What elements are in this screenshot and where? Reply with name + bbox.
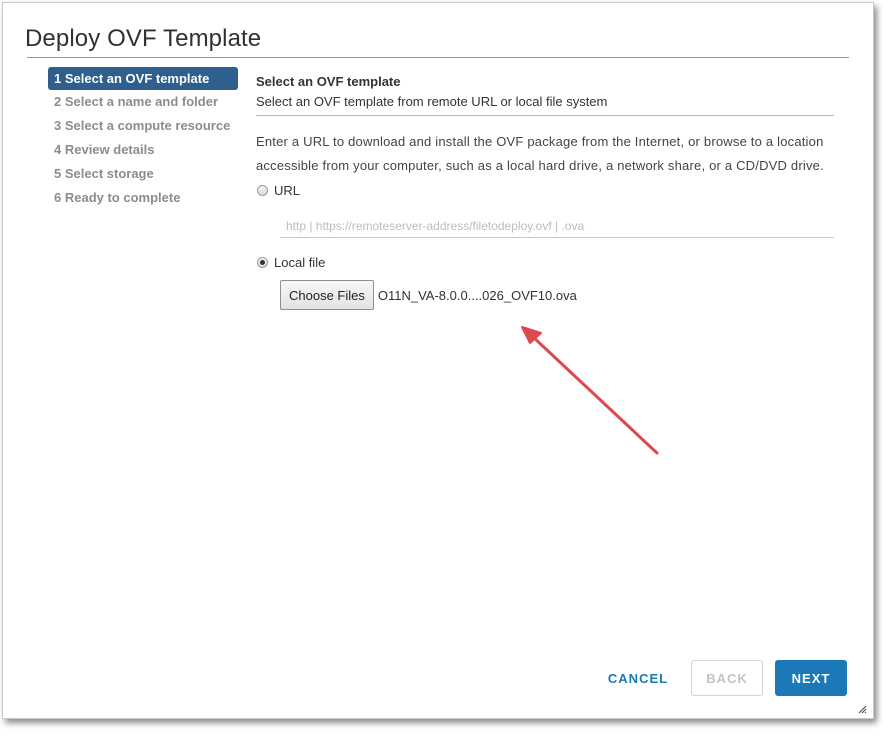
wizard-steps: 1 Select an OVF template 2 Select a name… [48, 67, 238, 210]
step-select-compute-resource[interactable]: 3 Select a compute resource [48, 114, 238, 138]
resize-grip-icon[interactable] [858, 705, 867, 714]
step-select-storage[interactable]: 5 Select storage [48, 162, 238, 186]
url-input[interactable] [280, 214, 834, 238]
step-content: Select an OVF template Select an OVF tem… [256, 71, 836, 310]
selected-file-name: O11N_VA-8.0.0....026_OVF10.ova [377, 287, 577, 303]
section-divider [256, 115, 834, 116]
title-divider [27, 57, 849, 58]
dialog-title: Deploy OVF Template [25, 25, 262, 52]
choose-files-button[interactable]: Choose Files [280, 280, 374, 310]
local-file-radio-label: Local file [274, 254, 326, 270]
url-option[interactable]: URL [257, 180, 836, 200]
step-select-ovf-template[interactable]: 1 Select an OVF template [48, 67, 238, 90]
back-button[interactable]: BACK [691, 660, 763, 696]
url-radio[interactable] [257, 184, 268, 196]
url-radio-label: URL [274, 182, 301, 198]
local-file-radio[interactable] [257, 256, 268, 268]
file-picker: Choose Files O11N_VA-8.0.0....026_OVF10.… [280, 280, 836, 310]
section-subheading: Select an OVF template from remote URL o… [256, 94, 608, 109]
next-button[interactable]: NEXT [775, 660, 847, 696]
step-select-name-folder[interactable]: 2 Select a name and folder [48, 90, 238, 114]
section-description: Enter a URL to download and install the … [256, 134, 824, 173]
step-ready-to-complete[interactable]: 6 Ready to complete [48, 186, 238, 210]
deploy-ovf-dialog: Deploy OVF Template 1 Select an OVF temp… [2, 2, 874, 719]
cancel-button[interactable]: CANCEL [598, 660, 678, 696]
local-file-option[interactable]: Local file [257, 252, 836, 272]
section-heading: Select an OVF template [256, 74, 401, 89]
step-review-details[interactable]: 4 Review details [48, 138, 238, 162]
